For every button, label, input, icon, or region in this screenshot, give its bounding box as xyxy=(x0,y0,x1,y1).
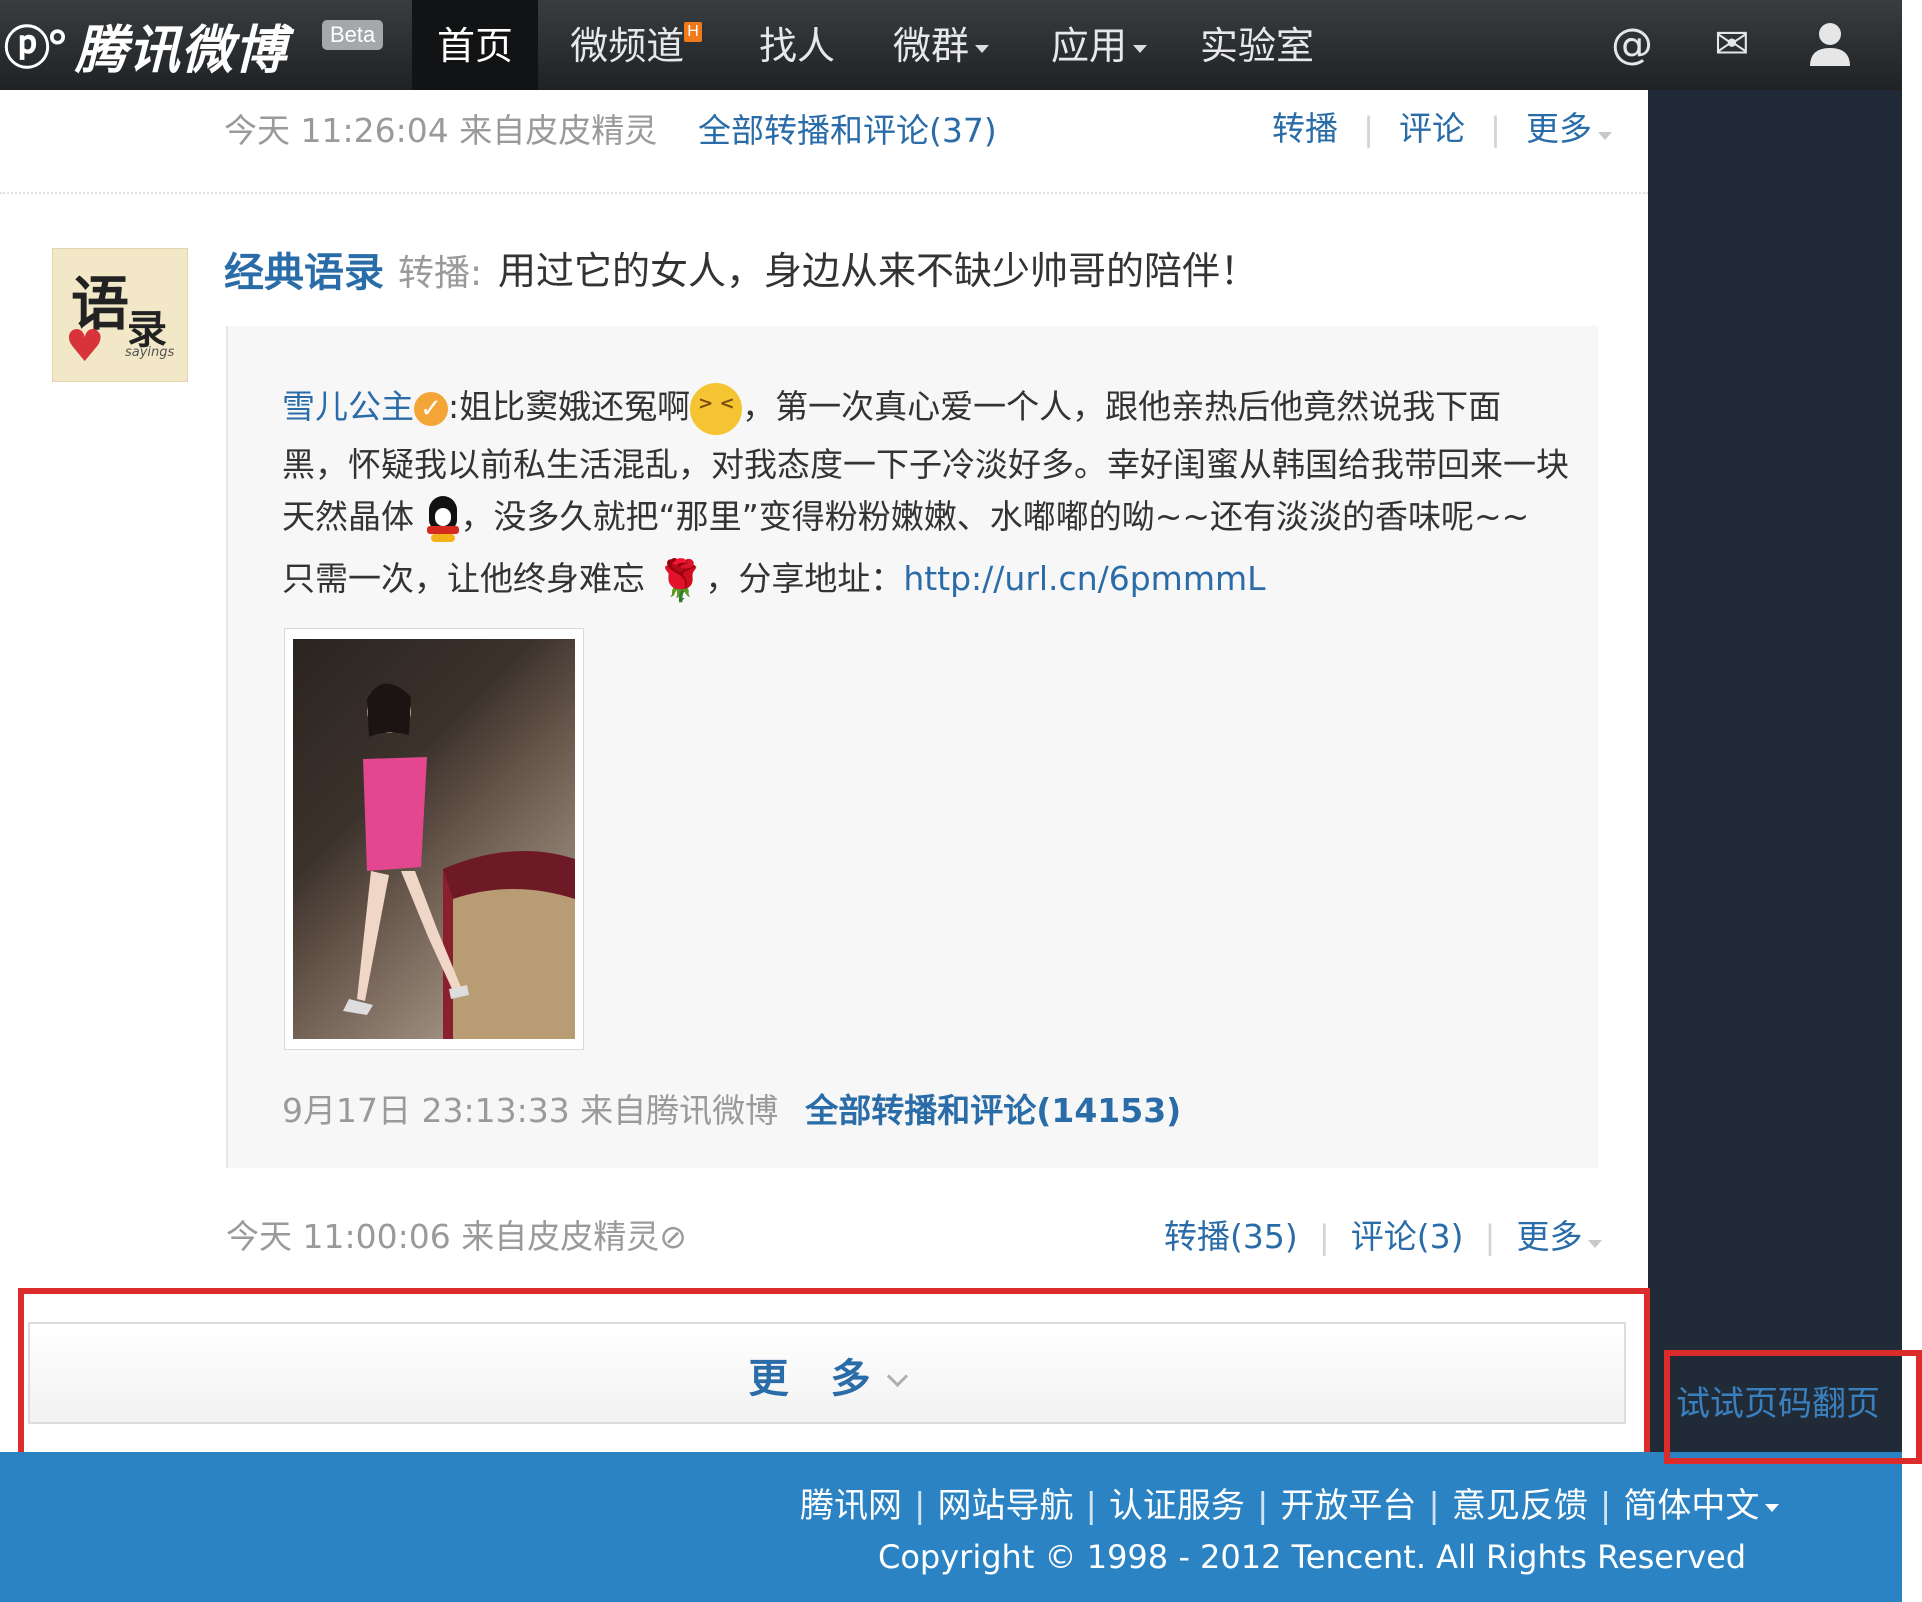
chevron-down-icon xyxy=(1133,44,1147,53)
nav-home[interactable]: 首页 xyxy=(412,0,538,90)
post-author[interactable]: 经典语录 xyxy=(224,240,384,298)
comment-link[interactable]: 评论 xyxy=(1399,109,1465,148)
divider: | xyxy=(914,1486,926,1526)
divider: | xyxy=(1256,1486,1269,1526)
qq-penguin-icon xyxy=(425,495,461,542)
nav-home-label: 首页 xyxy=(436,24,513,68)
mail-icon[interactable]: ✉ xyxy=(1704,16,1760,72)
nav-apps-label: 应用 xyxy=(1050,24,1127,68)
feed-divider xyxy=(0,192,1648,194)
quoted-author[interactable]: 雪儿公主 xyxy=(282,387,414,426)
post-actions: 转播(35) | 评论(3) | 更多 xyxy=(1164,1210,1603,1258)
footer-link-open-platform[interactable]: 开放平台 xyxy=(1280,1486,1416,1526)
nav-lab-label: 实验室 xyxy=(1199,24,1314,68)
right-sidebar xyxy=(1648,90,1902,1452)
divider: | xyxy=(1363,110,1374,148)
nav-channel-label: 微频道 xyxy=(570,24,685,68)
footer-link-feedback[interactable]: 意见反馈 xyxy=(1452,1486,1588,1526)
more-link[interactable]: 更多 xyxy=(1526,109,1592,148)
chevron-down-icon xyxy=(1765,1503,1780,1512)
nav-groups[interactable]: 微群 xyxy=(876,0,1006,90)
avatar-caption: sayings xyxy=(125,345,175,360)
quoted-text-3b: ，没多久就把“那里”变得粉粉嫩嫩、水嘟嘟的呦~~还有淡淡的香味呢~~ xyxy=(460,497,1530,536)
footer-link-sitemap[interactable]: 网站导航 xyxy=(937,1486,1073,1526)
footer xyxy=(0,1452,1902,1602)
prev-post-time: 今天 11:26:04 来自皮皮精灵 xyxy=(224,111,658,150)
post-image[interactable] xyxy=(284,628,584,1050)
rose-icon: 🌹 xyxy=(655,558,706,604)
chevron-down-icon xyxy=(1597,131,1612,140)
nav-lab[interactable]: 实验室 xyxy=(1192,0,1322,90)
chevron-down-icon xyxy=(975,44,989,53)
divider: | xyxy=(1318,1218,1330,1256)
divider: | xyxy=(1599,1486,1612,1526)
quoted-line-2: 黑，怀疑我以前私生活混乱，对我态度一下子冷淡好多。幸好闺蜜从韩国给我带回来一块 xyxy=(282,445,1569,484)
nav-apps[interactable]: 应用 xyxy=(1034,0,1164,90)
footer-link-tencent[interactable]: 腾讯网 xyxy=(800,1486,902,1526)
repost-link[interactable]: 转播 xyxy=(1272,109,1338,148)
repost-action-label: 转播: xyxy=(398,253,483,294)
repost-count-link[interactable]: 转播(35) xyxy=(1164,1217,1298,1256)
blocked-icon: ⊘ xyxy=(659,1217,687,1256)
footer-link-verification[interactable]: 认证服务 xyxy=(1109,1486,1245,1526)
footer-links: 腾讯网 | 网站导航 | 认证服务 | 开放平台 | 意见反馈 | 简体中文 xyxy=(800,1478,1780,1527)
comment-count-link[interactable]: 评论(3) xyxy=(1351,1217,1464,1256)
language-selector[interactable]: 简体中文 xyxy=(1623,1486,1759,1526)
nav-channel[interactable]: 微频道 H xyxy=(556,0,716,90)
avatar[interactable]: 语 录 ♥ sayings xyxy=(52,248,188,382)
quoted-line-1: 雪儿公主✓:姐比窦娥还冤啊，第一次真心爱一个人，跟他亲热后他竟然说我下面 xyxy=(282,380,1501,435)
at-icon[interactable]: @ xyxy=(1604,16,1660,72)
prev-post-all-comments-link[interactable]: 全部转播和评论(37) xyxy=(698,104,997,152)
post-text: 用过它的女人，身边从来不缺少帅哥的陪伴！ xyxy=(498,249,1259,293)
logo[interactable]: ⓟ° 腾讯微博 xyxy=(4,8,287,82)
quoted-text-4a: 只需一次，让他终身难忘 xyxy=(282,559,645,598)
logo-mark-icon: ⓟ° xyxy=(4,21,69,75)
heart-icon: ♥ xyxy=(65,321,105,372)
copyright: Copyright © 1998 - 2012 Tencent. All Rig… xyxy=(878,1538,1747,1576)
divider: | xyxy=(1428,1486,1440,1526)
nav-groups-label: 微群 xyxy=(892,24,969,68)
emoji-crying-icon xyxy=(690,382,743,435)
post-image-content xyxy=(293,639,575,1039)
nav-find-people[interactable]: 找人 xyxy=(742,0,852,90)
quoted-text-4b: ，分享地址： xyxy=(705,559,904,598)
share-url-link[interactable]: http://url.cn/6pmmmL xyxy=(903,559,1265,598)
quoted-text-3a: 天然晶体 xyxy=(282,497,414,536)
quoted-text-1a: 姐比窦娥还冤啊 xyxy=(459,387,691,426)
divider: | xyxy=(1085,1486,1097,1526)
nav-find-people-label: 找人 xyxy=(758,24,835,68)
post-time: 今天 11:00:06 来自皮皮精灵 xyxy=(226,1217,660,1256)
prev-post-actions: 转播 | 评论 | 更多 xyxy=(1272,102,1612,150)
logo-text: 腾讯微博 xyxy=(75,19,288,81)
post-meta: 今天 11:00:06 来自皮皮精灵⊘ xyxy=(226,1210,687,1258)
more-link[interactable]: 更多 xyxy=(1516,1217,1582,1256)
verified-icon: ✓ xyxy=(414,391,448,426)
divider: | xyxy=(1484,1218,1496,1256)
quoted-meta: 9月17日 23:13:33 来自腾讯微博 全部转播和评论(14153) xyxy=(282,1084,1181,1132)
quoted-text-1b: ，第一次真心爱一个人，跟他亲热后他竟然说我下面 xyxy=(742,387,1502,426)
divider: | xyxy=(1490,110,1501,148)
quoted-line-4: 只需一次，让他终身难忘 🌹，分享地址：http://url.cn/6pmmmL xyxy=(282,552,1266,604)
beta-badge: Beta xyxy=(322,20,384,50)
quoted-time: 9月17日 23:13:33 来自腾讯微博 xyxy=(282,1091,779,1130)
new-badge: H xyxy=(684,22,702,42)
chevron-down-icon xyxy=(1588,1239,1603,1248)
user-icon[interactable] xyxy=(1802,16,1858,72)
try-page-numbers-link[interactable]: 试试页码翻页 xyxy=(1676,1376,1880,1425)
quoted-all-comments-link[interactable]: 全部转播和评论(14153) xyxy=(805,1091,1181,1130)
quoted-line-3: 天然晶体 ，没多久就把“那里”变得粉粉嫩嫩、水嘟嘟的呦~~还有淡淡的香味呢~~ xyxy=(282,490,1529,542)
highlight-box xyxy=(18,1288,1650,1458)
